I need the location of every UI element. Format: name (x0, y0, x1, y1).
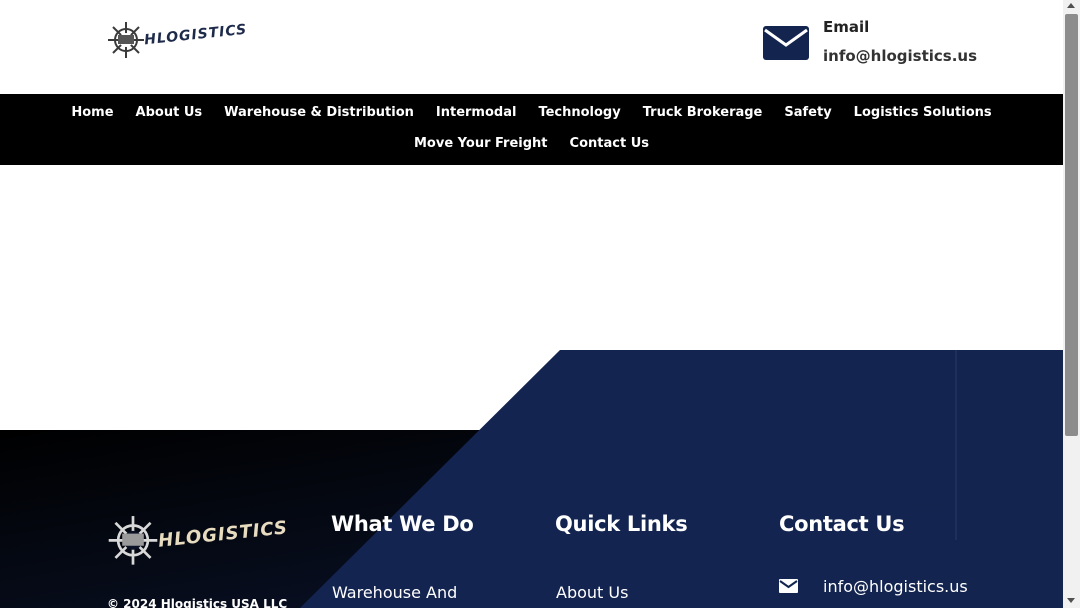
nav-row: Move Your Freight Contact Us (0, 135, 1063, 153)
footer-background (0, 350, 1063, 608)
footer-link-about-us[interactable]: About Us (556, 583, 628, 602)
scrollbar-thumb[interactable] (1065, 14, 1078, 436)
nav-item-logistics-solutions[interactable]: Logistics Solutions (854, 104, 992, 122)
page: HLOGISTICS Email info@hlogistics.us Home… (0, 0, 1063, 608)
nav-item-intermodal[interactable]: Intermodal (436, 104, 517, 122)
envelope-icon (779, 579, 798, 593)
ship-wheel-icon (108, 516, 158, 565)
ship-wheel-icon (108, 22, 144, 58)
nav-item-contact-us[interactable]: Contact Us (570, 135, 649, 153)
nav-item-warehouse-distribution[interactable]: Warehouse & Distribution (224, 104, 414, 122)
email-title: Email (823, 18, 870, 36)
nav-item-safety[interactable]: Safety (784, 104, 831, 122)
nav-item-home[interactable]: Home (71, 104, 113, 122)
footer-heading-what-we-do: What We Do (331, 512, 474, 536)
site-logo[interactable]: HLOGISTICS (106, 18, 249, 60)
email-icon (763, 26, 809, 60)
site-footer (0, 350, 1063, 608)
email-link[interactable]: info@hlogistics.us (823, 47, 977, 65)
scroll-down-arrow-icon[interactable] (1067, 598, 1075, 603)
logo-text: HLOGISTICS (143, 21, 249, 49)
footer-link-warehouse[interactable]: Warehouse And (332, 583, 457, 602)
footer-logo[interactable]: HLOGISTICS (106, 510, 289, 568)
site-header: HLOGISTICS Email info@hlogistics.us (0, 0, 1063, 94)
vertical-scrollbar[interactable] (1063, 0, 1080, 608)
footer-logo-text: HLOGISTICS (157, 516, 289, 552)
footer-heading-quick-links: Quick Links (555, 512, 688, 536)
copyright-text: © 2024 Hlogistics USA LLC (107, 597, 288, 608)
footer-contact-email[interactable]: info@hlogistics.us (823, 577, 968, 596)
nav-item-about-us[interactable]: About Us (136, 104, 203, 122)
scroll-up-arrow-icon[interactable] (1067, 3, 1075, 8)
footer-heading-contact-us: Contact Us (779, 512, 905, 536)
main-navigation: Home About Us Warehouse & Distribution I… (0, 94, 1063, 165)
nav-item-move-your-freight[interactable]: Move Your Freight (414, 135, 548, 153)
nav-row: Home About Us Warehouse & Distribution I… (0, 104, 1063, 122)
nav-item-technology[interactable]: Technology (538, 104, 620, 122)
nav-item-truck-brokerage[interactable]: Truck Brokerage (643, 104, 763, 122)
